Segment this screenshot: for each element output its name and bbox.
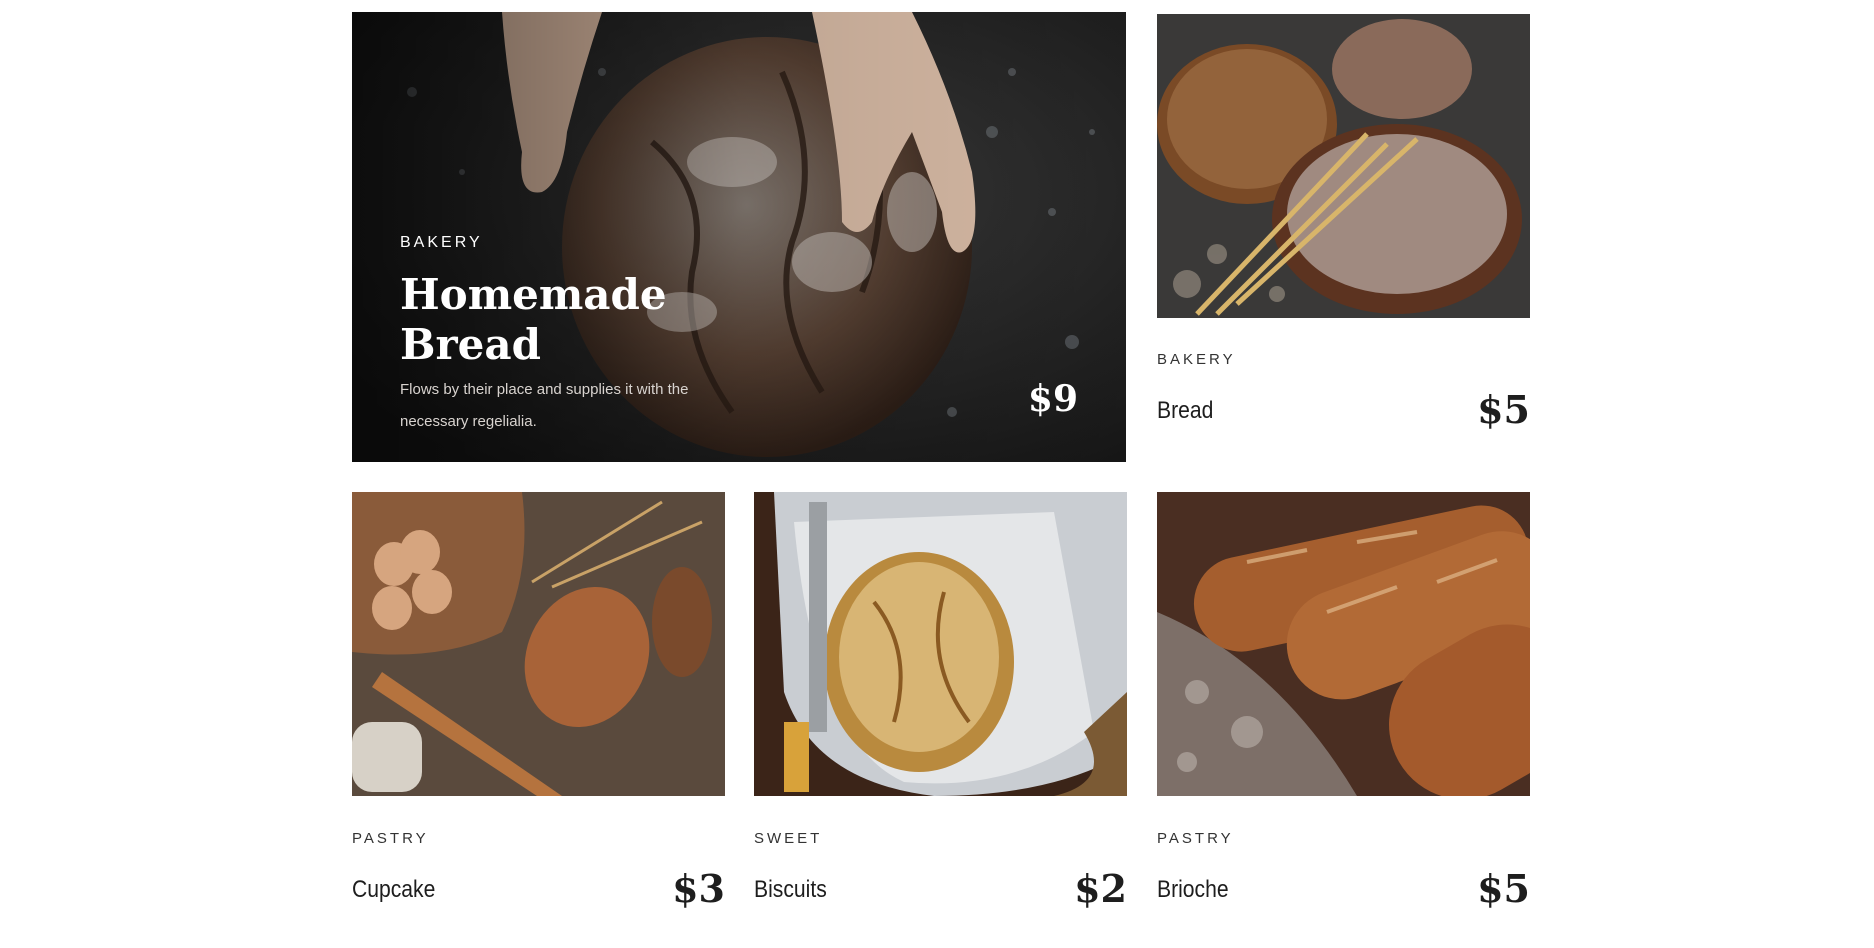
biscuits-card-meta: SWEET Biscuits $2 — [754, 830, 1127, 911]
card-category: SWEET — [754, 830, 823, 847]
card-name[interactable]: Biscuits — [754, 876, 827, 904]
featured-category: BAKERY — [400, 234, 483, 251]
cupcake-card-image[interactable] — [352, 492, 725, 796]
featured-price: $9 — [1027, 378, 1078, 420]
card-price: $5 — [1477, 866, 1530, 911]
card-category: BAKERY — [1157, 351, 1236, 368]
product-grid: BAKERY Homemade Bread Flows by their pla… — [0, 0, 1874, 948]
card-name[interactable]: Bread — [1157, 397, 1213, 425]
card-category: PASTRY — [1157, 830, 1234, 847]
biscuits-card-image[interactable] — [754, 492, 1127, 796]
bread-card-meta: BAKERY Bread $5 — [1157, 351, 1530, 432]
featured-card[interactable]: BAKERY Homemade Bread Flows by their pla… — [352, 12, 1126, 462]
cupcake-card-meta: PASTRY Cupcake $3 — [352, 830, 725, 911]
card-price: $2 — [1074, 866, 1127, 911]
brioche-card-image[interactable] — [1157, 492, 1530, 796]
bread-with-eggs-and-rolling-pin-photo — [352, 492, 725, 796]
baguettes-photo — [1157, 492, 1530, 796]
card-price: $5 — [1477, 387, 1530, 432]
bread-loaves-with-wheat-photo — [1157, 14, 1530, 318]
bread-in-basket-photo — [754, 492, 1127, 796]
featured-description: Flows by their place and supplies it wit… — [400, 381, 689, 430]
bread-card-image[interactable] — [1157, 14, 1530, 318]
card-name[interactable]: Brioche — [1157, 876, 1229, 904]
card-category: PASTRY — [352, 830, 429, 847]
brioche-card-meta: PASTRY Brioche $5 — [1157, 830, 1530, 911]
featured-title[interactable]: Homemade Bread — [400, 270, 730, 370]
card-price: $3 — [672, 866, 725, 911]
card-name[interactable]: Cupcake — [352, 876, 435, 904]
